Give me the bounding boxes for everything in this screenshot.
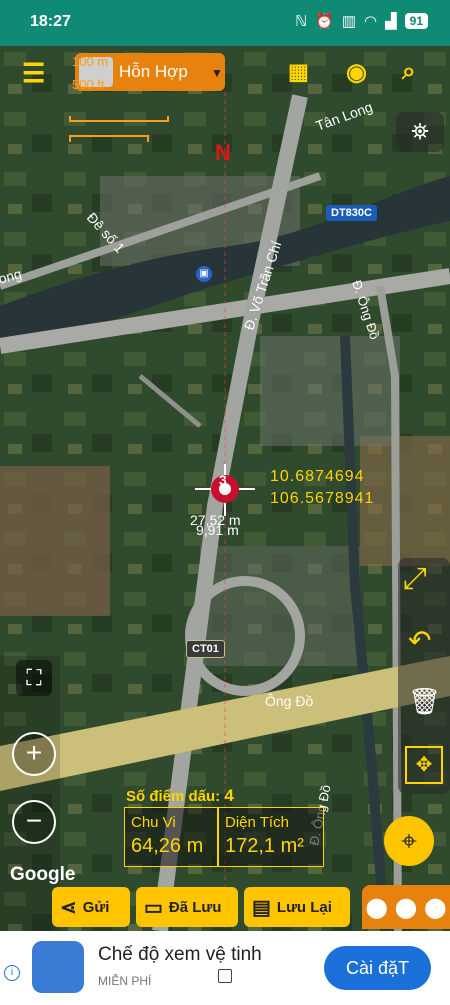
search-icon[interactable]: ⌕ bbox=[402, 58, 415, 86]
area-value: 172,1 m² bbox=[225, 835, 304, 857]
dropdown-arrow-icon[interactable]: ▼ bbox=[211, 66, 223, 80]
ad-title: Chế độ xem vệ tinh bbox=[98, 944, 262, 965]
send-button[interactable]: ⋖ Gửi bbox=[52, 887, 130, 927]
ad-info-icon[interactable]: i bbox=[4, 965, 20, 981]
share-icon: ⋖ bbox=[60, 896, 77, 919]
save-button[interactable]: ▤ Lưu Lại bbox=[244, 887, 350, 927]
ad-subtitle: MIỄN PHÍ bbox=[98, 974, 152, 988]
wifi-icon: ◠ bbox=[364, 13, 378, 30]
battery-badge: 91 bbox=[404, 13, 428, 29]
delete-icon[interactable]: 🗑 bbox=[408, 686, 441, 717]
status-bar: 18:27 ℕ ⏰ ▥ ◠ ▟ 91 bbox=[0, 0, 450, 46]
pin-icon: ⬤ bbox=[394, 896, 418, 919]
globe-pin-icon[interactable]: ◉ bbox=[346, 58, 367, 87]
points-value: 4 bbox=[224, 786, 234, 805]
saved-label: Đã Lưu bbox=[168, 898, 222, 916]
perimeter-box: Chu Vi 64,26 m bbox=[124, 807, 218, 867]
status-time: 18:27 bbox=[30, 13, 71, 30]
perimeter-label: Chu Vi bbox=[131, 814, 176, 831]
scale-feet: 500 ft bbox=[72, 77, 105, 92]
farm-field bbox=[0, 466, 110, 616]
fit-bounds-icon[interactable]: ✥ bbox=[405, 746, 443, 784]
perimeter-value: 64,26 m bbox=[131, 835, 204, 857]
path-nodes-icon[interactable]: ⤢ bbox=[403, 562, 427, 596]
points-count: Số điểm dấu: 4 bbox=[126, 786, 234, 806]
pin-icon: ⬤ bbox=[365, 896, 388, 919]
segment-length-b: 9,91 m bbox=[196, 522, 239, 538]
folder-icon: ▭ bbox=[144, 896, 163, 919]
map-layers-icon[interactable]: ▦ bbox=[288, 59, 309, 85]
points-label: Số điểm dấu: bbox=[126, 788, 221, 805]
nfc-icon: ℕ bbox=[295, 13, 308, 30]
latitude-readout: 10.6874694 bbox=[270, 468, 365, 485]
scale-meters: 100 m bbox=[72, 54, 109, 69]
menu-icon[interactable]: ☰ bbox=[22, 58, 45, 89]
bus-stop-icon[interactable]: ▣ bbox=[196, 266, 212, 282]
undo-icon[interactable]: ↶ bbox=[408, 624, 431, 657]
save-label: Lưu Lại bbox=[276, 898, 332, 916]
saved-button[interactable]: ▭ Đã Lưu bbox=[136, 887, 238, 927]
markers-button[interactable]: ⬤ ⬤ ⬤ bbox=[362, 885, 450, 929]
alarm-icon: ⏰ bbox=[315, 13, 334, 30]
pin-icon: ⬤ bbox=[424, 896, 447, 919]
area-box: Diện Tích 172,1 m² bbox=[218, 807, 324, 867]
longitude-readout: 106.5678941 bbox=[270, 490, 375, 507]
vibrate-icon: ▥ bbox=[341, 13, 356, 30]
my-location-icon[interactable]: ⌖ bbox=[384, 816, 434, 866]
road-label-ong-do-2: Ông Đồ bbox=[265, 693, 313, 709]
zoom-in-button[interactable]: + bbox=[12, 732, 56, 776]
fullscreen-icon[interactable]: ⛶ bbox=[16, 660, 52, 696]
zoom-out-button[interactable]: − bbox=[12, 800, 56, 844]
satellite-icon[interactable]: ⛯ bbox=[396, 112, 444, 152]
ad-checkbox-icon bbox=[218, 969, 232, 983]
route-badge-dt830c: DT830C bbox=[326, 205, 377, 221]
map-type-label: Hỗn Hợp bbox=[119, 62, 188, 81]
status-icons: ℕ ⏰ ▥ ◠ ▟ 91 bbox=[295, 12, 428, 30]
area-label: Diện Tích bbox=[225, 814, 289, 831]
signal-icon: ▟ bbox=[385, 13, 397, 30]
save-icon: ▤ bbox=[252, 896, 271, 919]
ad-app-icon bbox=[32, 941, 84, 993]
google-attribution: Google bbox=[10, 864, 76, 885]
send-label: Gửi bbox=[82, 898, 110, 916]
urban-area bbox=[260, 336, 400, 446]
route-badge-ct01: CT01 bbox=[186, 640, 225, 658]
north-indicator: N bbox=[215, 140, 231, 165]
point-number-label: 3 bbox=[219, 472, 227, 488]
install-button[interactable]: Cài đặT bbox=[324, 946, 431, 990]
